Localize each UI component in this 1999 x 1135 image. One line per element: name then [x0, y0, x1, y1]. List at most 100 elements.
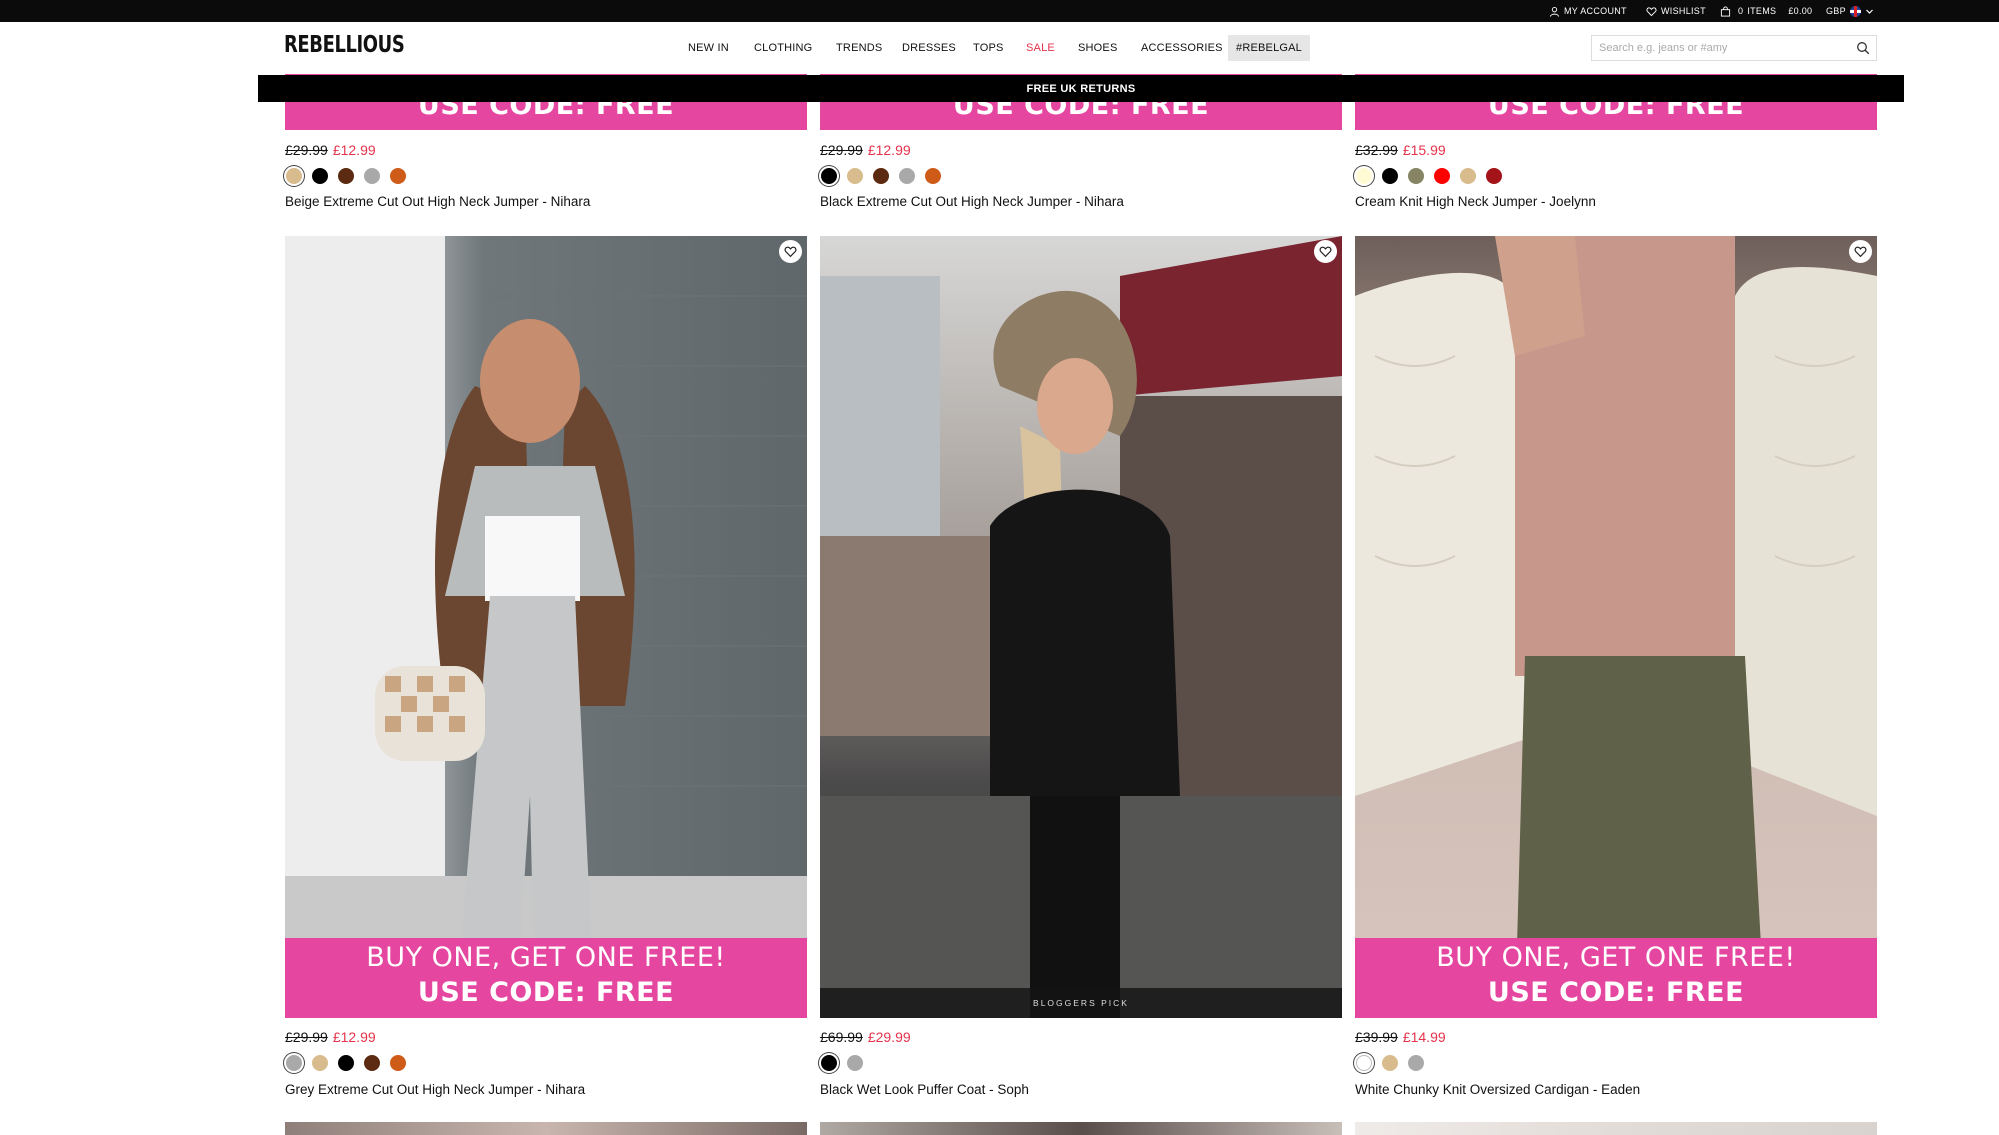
nav-accessories[interactable]: ACCESSORIES: [1141, 35, 1223, 61]
color-swatches: [821, 168, 941, 184]
heart-icon: [1646, 6, 1657, 16]
color-swatch[interactable]: [1356, 168, 1372, 184]
color-swatch[interactable]: [847, 1055, 863, 1071]
color-swatch[interactable]: [821, 1055, 837, 1071]
color-swatches: [1356, 1055, 1424, 1071]
color-swatch[interactable]: [925, 168, 941, 184]
color-swatch[interactable]: [1434, 168, 1450, 184]
color-swatch[interactable]: [338, 1055, 354, 1071]
color-swatch[interactable]: [899, 168, 915, 184]
color-swatch[interactable]: [821, 168, 837, 184]
nav-dresses[interactable]: DRESSES: [902, 35, 956, 61]
product-image[interactable]: [820, 1122, 1342, 1135]
product-name[interactable]: Black Extreme Cut Out High Neck Jumper -…: [820, 194, 1124, 209]
product-name[interactable]: Cream Knit High Neck Jumper - Joelynn: [1355, 194, 1596, 209]
wishlist-button[interactable]: [1849, 240, 1872, 263]
sale-price: £12.99: [332, 142, 376, 158]
original-price: £29.99: [285, 142, 328, 158]
product-name[interactable]: Black Wet Look Puffer Coat - Soph: [820, 1082, 1029, 1097]
search-icon[interactable]: [1856, 41, 1870, 55]
original-price: £69.99: [820, 1029, 863, 1045]
product-price: £69.99 £29.99: [820, 1029, 911, 1045]
color-swatch[interactable]: [364, 168, 380, 184]
color-swatch[interactable]: [364, 1055, 380, 1071]
wishlist-button[interactable]: [1314, 240, 1337, 263]
color-swatch[interactable]: [312, 168, 328, 184]
color-swatch[interactable]: [390, 1055, 406, 1071]
wishlist-link[interactable]: WISHLIST: [1646, 0, 1706, 22]
color-swatches: [286, 168, 406, 184]
color-swatch[interactable]: [847, 168, 863, 184]
nav-new-in[interactable]: NEW IN: [688, 35, 729, 61]
uk-flag-icon: [1849, 5, 1861, 17]
color-swatch[interactable]: [1486, 168, 1502, 184]
product-name[interactable]: White Chunky Knit Oversized Cardigan - E…: [1355, 1082, 1640, 1097]
product-name[interactable]: Grey Extreme Cut Out High Neck Jumper - …: [285, 1082, 585, 1097]
product-image[interactable]: BUY ONE, GET ONE FREE! USE CODE: FREE: [1355, 236, 1877, 1018]
wishlist-label: WISHLIST: [1661, 6, 1706, 16]
original-price: £32.99: [1355, 142, 1398, 158]
product-image[interactable]: BUY ONE, GET ONE FREE! USE CODE: FREE: [285, 236, 807, 1018]
color-swatch[interactable]: [873, 168, 889, 184]
sale-price: £12.99: [332, 1029, 376, 1045]
product-image[interactable]: [285, 1122, 807, 1135]
nav-shoes[interactable]: SHOES: [1078, 35, 1118, 61]
color-swatch[interactable]: [338, 168, 354, 184]
my-account-link[interactable]: MY ACCOUNT: [1549, 0, 1627, 22]
search-input[interactable]: [1592, 36, 1842, 60]
color-swatch[interactable]: [312, 1055, 328, 1071]
nav-trends[interactable]: TRENDS: [836, 35, 882, 61]
product-image[interactable]: [1355, 1122, 1877, 1135]
promo-headline: BUY ONE, GET ONE FREE!: [366, 942, 726, 973]
currency-selector[interactable]: GBP: [1826, 0, 1874, 22]
sale-price: £15.99: [1402, 142, 1446, 158]
color-swatch[interactable]: [1408, 1055, 1424, 1071]
color-swatch[interactable]: [1460, 168, 1476, 184]
color-swatch[interactable]: [286, 1055, 302, 1071]
sale-price: £29.99: [867, 1029, 911, 1045]
nav-rebelgal[interactable]: #REBELGAL: [1228, 35, 1311, 61]
product-photo: [285, 236, 807, 1018]
nav-sale[interactable]: SALE: [1026, 35, 1055, 61]
promo-banner: BUY ONE, GET ONE FREE! USE CODE: FREE: [285, 938, 807, 1018]
product-price: £39.99 £14.99: [1355, 1029, 1446, 1045]
product-price: £32.99 £15.99: [1355, 142, 1446, 158]
product-image[interactable]: BLOGGERS PICK: [820, 236, 1342, 1018]
heart-icon: [1319, 246, 1332, 258]
wishlist-button[interactable]: [779, 240, 802, 263]
nav-tops[interactable]: TOPS: [973, 35, 1004, 61]
product-photo: [1355, 236, 1877, 1018]
product-photo: [820, 236, 1342, 1018]
bag-link[interactable]: 0 ITEMS £0.00: [1720, 0, 1812, 22]
product-price: £29.99 £12.99: [820, 142, 911, 158]
user-icon: [1549, 6, 1560, 17]
bloggers-pick-badge: BLOGGERS PICK: [820, 988, 1342, 1018]
search-box: [1591, 35, 1877, 61]
bag-icon: [1720, 5, 1731, 17]
currency-label: GBP: [1826, 6, 1846, 16]
bag-total: £0.00: [1788, 6, 1813, 16]
heart-icon: [784, 246, 797, 258]
heart-icon: [1854, 246, 1867, 258]
product-name[interactable]: Beige Extreme Cut Out High Neck Jumper -…: [285, 194, 590, 209]
color-swatch[interactable]: [1356, 1055, 1372, 1071]
sale-price: £14.99: [1402, 1029, 1446, 1045]
my-account-label: MY ACCOUNT: [1564, 6, 1627, 16]
original-price: £29.99: [820, 142, 863, 158]
sale-price: £12.99: [867, 142, 911, 158]
color-swatch[interactable]: [286, 168, 302, 184]
color-swatch[interactable]: [1408, 168, 1424, 184]
free-returns-banner[interactable]: FREE UK RETURNS: [258, 75, 1904, 102]
original-price: £29.99: [285, 1029, 328, 1045]
color-swatches: [1356, 168, 1502, 184]
color-swatches: [821, 1055, 863, 1071]
color-swatch[interactable]: [1382, 168, 1398, 184]
color-swatch[interactable]: [1382, 1055, 1398, 1071]
top-utility-bar: MY ACCOUNT WISHLIST 0 ITEMS £0.00 GBP: [0, 0, 1999, 22]
color-swatch[interactable]: [390, 168, 406, 184]
product-price: £29.99 £12.99: [285, 1029, 376, 1045]
promo-headline: BUY ONE, GET ONE FREE!: [1436, 942, 1796, 973]
chevron-down-icon: [1865, 9, 1873, 14]
site-logo[interactable]: REBELLIOUS: [284, 32, 405, 58]
nav-clothing[interactable]: CLOTHING: [754, 35, 812, 61]
